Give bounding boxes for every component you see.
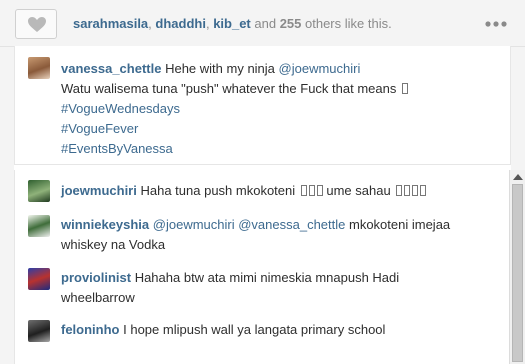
missing-glyph-icon [308,185,315,196]
heart-icon [28,17,46,32]
missing-glyph-icon [404,185,411,196]
missing-glyph-icon [300,185,307,196]
likes-summary: sarahmasila, dhaddhi, kib_et and 255 oth… [73,16,392,31]
comments-list: joewmuchiri Haha tuna push mkokoteni ume… [14,170,511,364]
comment-username[interactable]: joewmuchiri [61,183,137,198]
hashtag-link[interactable]: #EventsByVanessa [61,139,501,159]
hashtag-link[interactable]: #VogueWednesdays [61,99,501,119]
comment-username[interactable]: feloninho [61,322,120,337]
comment-username[interactable]: proviolinist [61,270,131,285]
caption-username[interactable]: vanessa_chettle [61,61,161,76]
scroll-thumb[interactable] [512,184,523,362]
avatar[interactable] [28,215,50,237]
mention-link[interactable]: @joewmuchiri [153,217,235,232]
caption-body: vanessa_chettle Hehe with my ninja @joew… [61,59,501,159]
liker-link[interactable]: sarahmasila [73,16,148,31]
missing-glyph-icon [396,185,403,196]
missing-glyph-icon [412,185,419,196]
liker-link[interactable]: dhaddhi [155,16,206,31]
missing-glyph-icon [316,185,323,196]
hashtag-link[interactable]: #VogueFever [61,119,501,139]
comment-body: proviolinist Hahaha btw ata mimi nimeski… [61,270,400,305]
mention-link[interactable]: @vanessa_chettle [238,217,345,232]
scroll-up-arrow-icon[interactable] [513,174,523,180]
avatar[interactable] [28,57,50,79]
comments-scrollbar[interactable] [509,170,525,364]
avatar[interactable] [28,180,50,202]
page-gutter-left [0,46,14,364]
page-gutter-right [511,46,525,170]
likes-bar: sarahmasila, dhaddhi, kib_et and 255 oth… [0,0,525,47]
missing-glyph-icon [420,185,427,196]
missing-glyph-icon [401,83,408,94]
avatar[interactable] [28,320,50,342]
like-button[interactable] [15,9,57,39]
others-count[interactable]: 255 [280,16,302,31]
comment-body: winniekeyshia @joewmuchiri @vanessa_chet… [61,217,451,252]
ellipsis-icon [485,21,507,27]
avatar[interactable] [28,268,50,290]
comment-body: feloninho I hope mlipush wall ya langata… [61,322,386,337]
comment-username[interactable]: winniekeyshia [61,217,149,232]
mention-link[interactable]: @joewmuchiri [279,61,361,76]
more-options-button[interactable] [476,12,516,36]
liker-link[interactable]: kib_et [213,16,251,31]
comment-body: joewmuchiri Haha tuna push mkokoteni ume… [61,181,481,201]
post-caption: vanessa_chettle Hehe with my ninja @joew… [14,46,511,165]
